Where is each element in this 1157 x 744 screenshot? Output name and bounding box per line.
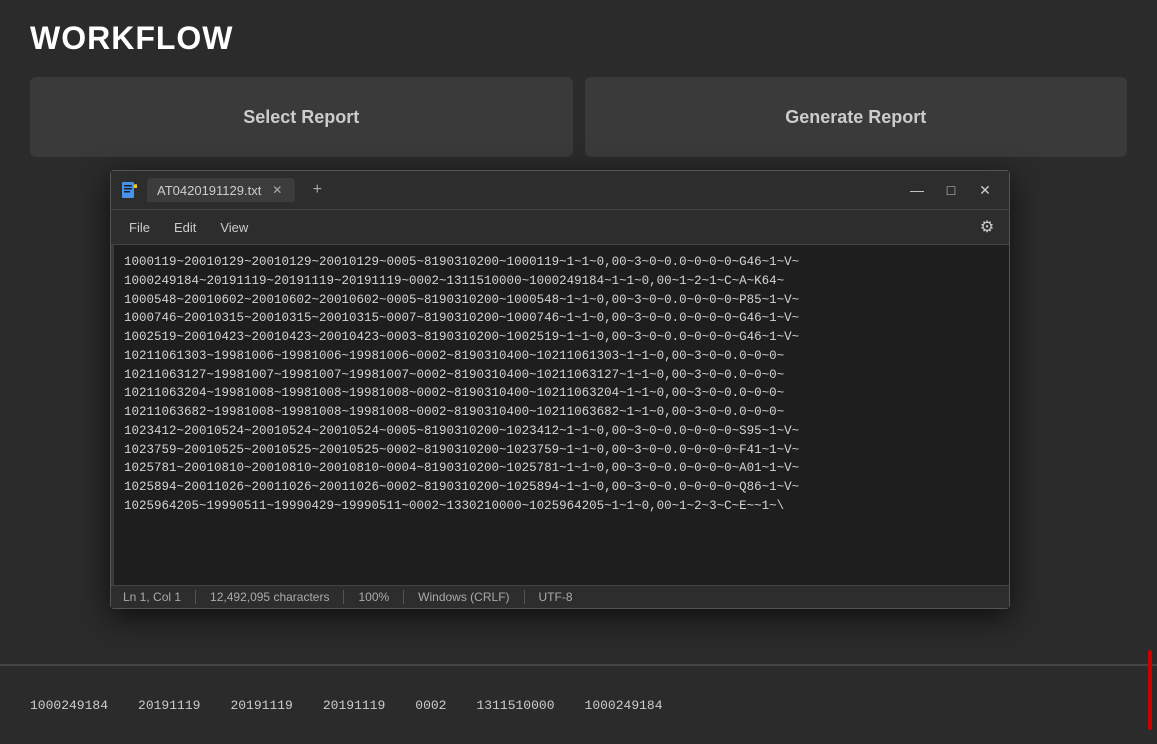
select-report-panel[interactable]: Select Report [30,77,573,157]
content-line: 1000249184~20191119~20191119~20191119~00… [124,272,999,291]
maximize-button[interactable]: □ [935,177,967,203]
select-report-label: Select Report [243,107,359,128]
content-line: 1023412~20010524~20010524~20010524~0005~… [124,422,999,441]
notepad-window: AT0420191129.txt ✕ + — □ ✕ File Edit Vie… [110,170,1010,609]
bottom-val-3: 20191119 [323,698,385,713]
titlebar-controls: — □ ✕ [901,177,1001,203]
content-line: 1025964205~19990511~19990429~19990511~00… [124,497,999,516]
settings-icon[interactable]: ⚙ [973,213,1001,241]
menu-view[interactable]: View [210,216,258,239]
close-button[interactable]: ✕ [969,177,1001,203]
content-line: 10211063682~19981008~19981008~19981008~0… [124,403,999,422]
bottom-val-0: 1000249184 [30,698,108,713]
content-line: 1002519~20010423~20010423~20010423~0003~… [124,328,999,347]
bottom-data-row: 1000249184 20191119 20191119 20191119 00… [30,698,663,713]
status-characters: 12,492,095 characters [196,590,344,604]
generate-report-panel[interactable]: Generate Report [585,77,1128,157]
bottom-val-1: 20191119 [138,698,200,713]
content-line: 1025781~20010810~20010810~20010810~0004~… [124,459,999,478]
workflow-panels: Select Report Generate Report [0,77,1157,157]
notepad-content[interactable]: 1000119~20010129~20010129~20010129~0005~… [111,245,1009,585]
bottom-val-5: 1311510000 [477,698,555,713]
scroll-indicator [1148,650,1152,730]
notepad-tab[interactable]: AT0420191129.txt ✕ [147,178,295,202]
content-line: 1023759~20010525~20010525~20010525~0002~… [124,441,999,460]
notepad-app-icon [119,180,139,200]
menu-edit[interactable]: Edit [164,216,206,239]
content-line: 10211061303~19981006~19981006~19981006~0… [124,347,999,366]
content-line: 1025894~20011026~20011026~20011026~0002~… [124,478,999,497]
page-header: WORKFLOW [0,0,1157,72]
content-line: 10211063204~19981008~19981008~19981008~0… [124,384,999,403]
notepad-statusbar: Ln 1, Col 1 12,492,095 characters 100% W… [111,585,1009,608]
status-encoding: UTF-8 [525,590,587,604]
bottom-section: 1000249184 20191119 20191119 20191119 00… [0,664,1157,744]
bottom-val-4: 0002 [415,698,446,713]
content-line: 10211063127~19981007~19981007~19981007~0… [124,366,999,385]
menu-file[interactable]: File [119,216,160,239]
content-line: 1000548~20010602~20010602~20010602~0005~… [124,291,999,310]
generate-report-label: Generate Report [785,107,926,128]
notepad-titlebar: AT0420191129.txt ✕ + — □ ✕ [111,171,1009,210]
content-line: 1000746~20010315~20010315~20010315~0007~… [124,309,999,328]
page-title: WORKFLOW [30,20,1127,57]
bottom-val-2: 20191119 [230,698,292,713]
status-zoom: 100% [344,590,404,604]
new-tab-button[interactable]: + [305,178,329,202]
notepad-menubar: File Edit View ⚙ [111,210,1009,245]
content-line: 1000119~20010129~20010129~20010129~0005~… [124,253,999,272]
tab-close-button[interactable]: ✕ [269,182,285,198]
status-position: Ln 1, Col 1 [123,590,196,604]
bottom-val-6: 1000249184 [585,698,663,713]
minimize-button[interactable]: — [901,177,933,203]
tab-filename: AT0420191129.txt [157,183,261,198]
status-line-endings: Windows (CRLF) [404,590,524,604]
